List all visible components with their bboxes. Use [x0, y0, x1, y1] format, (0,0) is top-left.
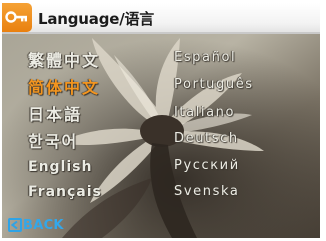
language-option-french[interactable]: Français — [28, 184, 102, 200]
title-bar: Language/语言 — [2, 3, 320, 34]
language-option-spanish[interactable]: Español — [174, 50, 236, 65]
language-option-korean[interactable]: 한국어 — [28, 128, 78, 152]
camera-screen: Language/语言 繁體中文 简体中文 日本語 한국어 English Fr… — [2, 3, 320, 238]
back-label: BACK — [23, 217, 64, 233]
language-option-german[interactable]: Deutsch — [174, 131, 239, 146]
language-option-english[interactable]: English — [28, 159, 92, 175]
language-option-simplified-chinese[interactable]: 简体中文 — [28, 74, 100, 98]
back-arrow-icon — [8, 218, 22, 232]
language-option-japanese[interactable]: 日本語 — [28, 101, 82, 125]
language-option-portuguese[interactable]: Português — [174, 77, 254, 92]
language-option-russian[interactable]: Русский — [174, 158, 240, 173]
language-option-swedish[interactable]: Svenska — [174, 184, 239, 199]
key-icon — [2, 3, 32, 32]
language-option-italian[interactable]: Italiano — [174, 105, 235, 120]
language-option-traditional-chinese[interactable]: 繁體中文 — [28, 47, 100, 71]
back-button[interactable]: BACK — [8, 216, 64, 234]
page-title: Language/语言 — [38, 10, 155, 28]
